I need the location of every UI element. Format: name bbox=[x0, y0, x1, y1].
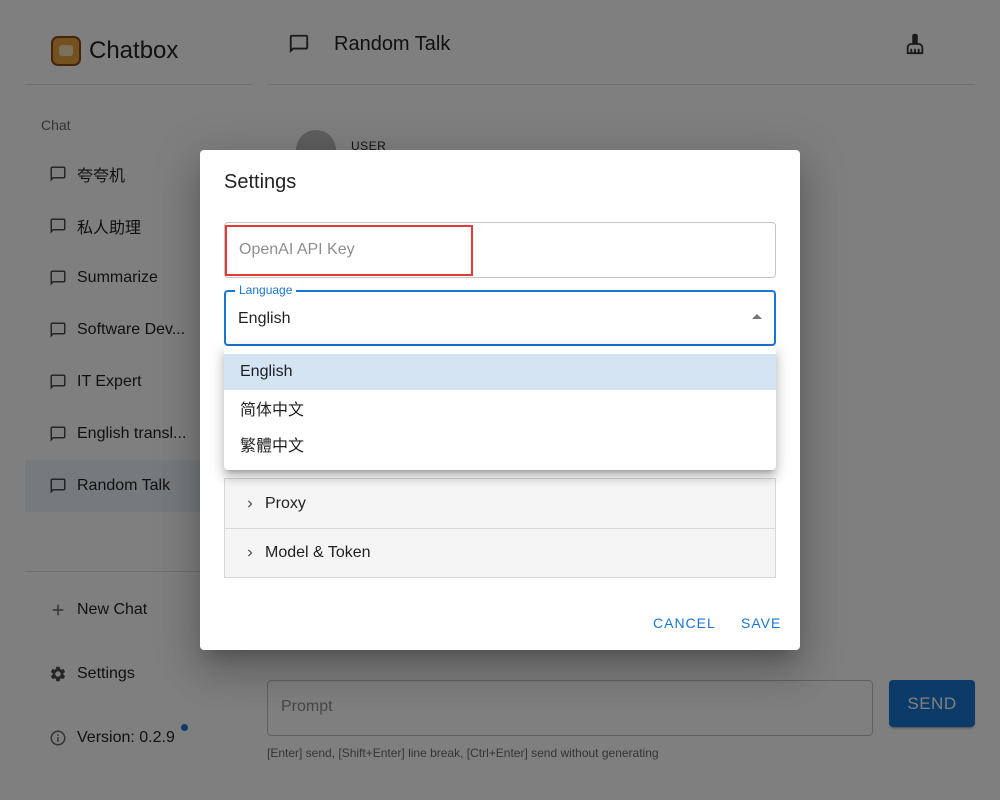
language-label: Language bbox=[235, 283, 297, 297]
proxy-section-label: Proxy bbox=[265, 494, 306, 512]
chevron-right-icon bbox=[248, 549, 253, 557]
cancel-button[interactable]: CANCEL bbox=[653, 615, 716, 631]
caret-up-icon bbox=[752, 314, 762, 319]
language-option-english[interactable]: English bbox=[224, 354, 776, 390]
language-option-simplified-chinese[interactable]: 简体中文 bbox=[224, 390, 776, 426]
model-token-section-label: Model & Token bbox=[265, 544, 371, 561]
save-button[interactable]: SAVE bbox=[741, 615, 781, 631]
language-menu: English 简体中文 繁體中文 bbox=[224, 346, 776, 470]
dialog-title: Settings bbox=[224, 171, 297, 193]
model-token-section-toggle[interactable]: Model & Token bbox=[225, 528, 775, 577]
language-option-traditional-chinese[interactable]: 繁體中文 bbox=[224, 426, 776, 462]
proxy-section-toggle[interactable]: Proxy bbox=[225, 479, 775, 528]
chevron-right-icon bbox=[248, 500, 253, 507]
language-value: English bbox=[238, 310, 291, 327]
api-key-input[interactable] bbox=[225, 223, 775, 277]
language-select[interactable]: Language English bbox=[224, 283, 776, 346]
settings-accordion: Proxy Model & Token bbox=[224, 478, 776, 578]
api-key-field bbox=[224, 222, 776, 278]
